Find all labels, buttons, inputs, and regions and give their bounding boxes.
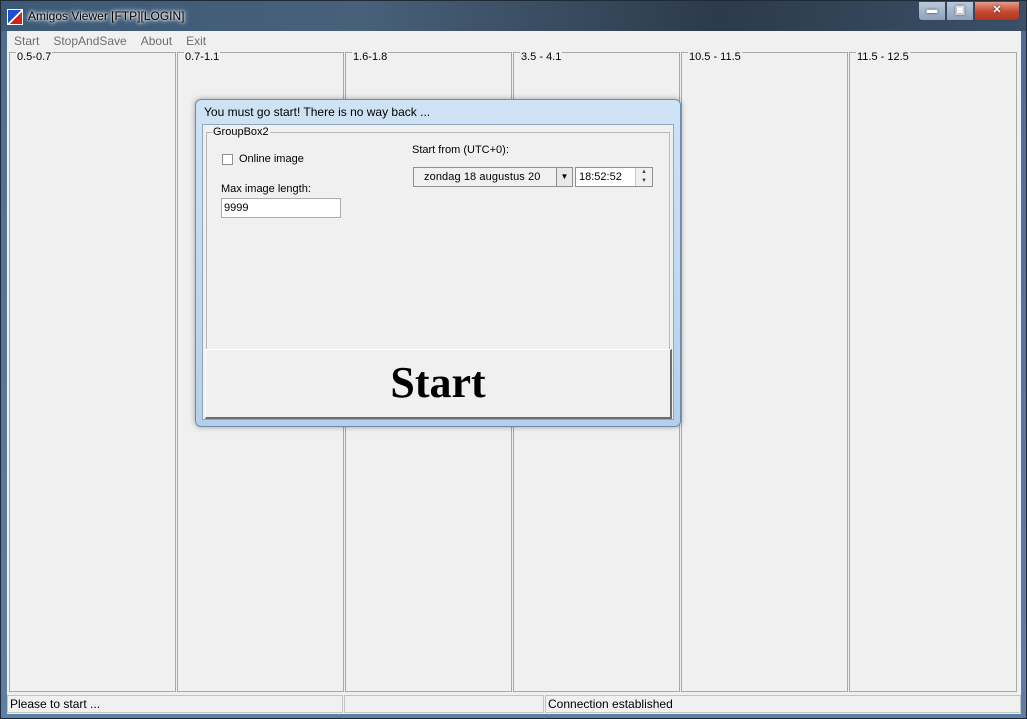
- time-spinner[interactable]: ▲ ▼: [635, 168, 652, 186]
- status-bar: Please to start ... Connection establish…: [7, 694, 1021, 714]
- column-panel: 11.5 - 12.5: [849, 51, 1017, 692]
- app-icon[interactable]: [7, 9, 23, 25]
- column-label: 0.7-1.1: [184, 51, 221, 63]
- column-label: 0.5-0.7: [16, 51, 53, 63]
- start-from-label: Start from (UTC+0):: [412, 144, 509, 156]
- menu-about[interactable]: About: [134, 31, 179, 51]
- group-box: GroupBox2 Online image Max image length:…: [206, 126, 670, 350]
- start-button[interactable]: Start: [205, 349, 672, 419]
- online-image-option[interactable]: Online image: [222, 153, 304, 165]
- date-picker[interactable]: zondag 18 augustus 20 ▼: [413, 167, 573, 187]
- start-dialog: You must go start! There is no way back …: [195, 99, 681, 427]
- dialog-body: GroupBox2 Online image Max image length:…: [202, 124, 674, 420]
- status-left: Please to start ...: [7, 695, 343, 713]
- title-bar[interactable]: Amigos Viewer [FTP][LOGIN] ▬ ▣ ✕: [1, 1, 1026, 31]
- menu-bar: Start StopAndSave About Exit: [7, 31, 1021, 51]
- max-image-length-input[interactable]: [221, 198, 341, 218]
- status-middle: [344, 695, 544, 713]
- spin-up-icon[interactable]: ▲: [636, 168, 652, 177]
- column-label: 11.5 - 12.5: [856, 51, 910, 63]
- time-value: 18:52:52: [579, 171, 622, 183]
- menu-exit[interactable]: Exit: [179, 31, 213, 51]
- chevron-down-icon[interactable]: ▼: [556, 168, 572, 186]
- close-button[interactable]: ✕: [974, 2, 1020, 21]
- column-panel: 10.5 - 11.5: [681, 51, 848, 692]
- max-image-length-label: Max image length:: [221, 183, 311, 195]
- caption-buttons: ▬ ▣ ✕: [918, 2, 1020, 21]
- online-image-label: Online image: [239, 153, 304, 165]
- menu-start[interactable]: Start: [7, 31, 46, 51]
- date-value: zondag 18 augustus 20: [424, 171, 541, 183]
- status-right: Connection established: [545, 695, 1021, 713]
- window-title: Amigos Viewer [FTP][LOGIN]: [28, 9, 185, 23]
- online-image-checkbox[interactable]: [222, 153, 233, 165]
- group-box-title: GroupBox2: [212, 126, 270, 138]
- column-panel: 0.5-0.7: [9, 51, 176, 692]
- column-label: 10.5 - 11.5: [688, 51, 742, 63]
- spin-down-icon[interactable]: ▼: [636, 177, 652, 186]
- time-picker[interactable]: 18:52:52 ▲ ▼: [575, 167, 653, 187]
- menu-stop-and-save[interactable]: StopAndSave: [46, 31, 133, 51]
- minimize-button[interactable]: ▬: [918, 2, 946, 21]
- dialog-title: You must go start! There is no way back …: [204, 105, 431, 119]
- column-label: 3.5 - 4.1: [520, 51, 563, 63]
- column-label: 1.6-1.8: [352, 51, 389, 63]
- maximize-button[interactable]: ▣: [946, 2, 974, 21]
